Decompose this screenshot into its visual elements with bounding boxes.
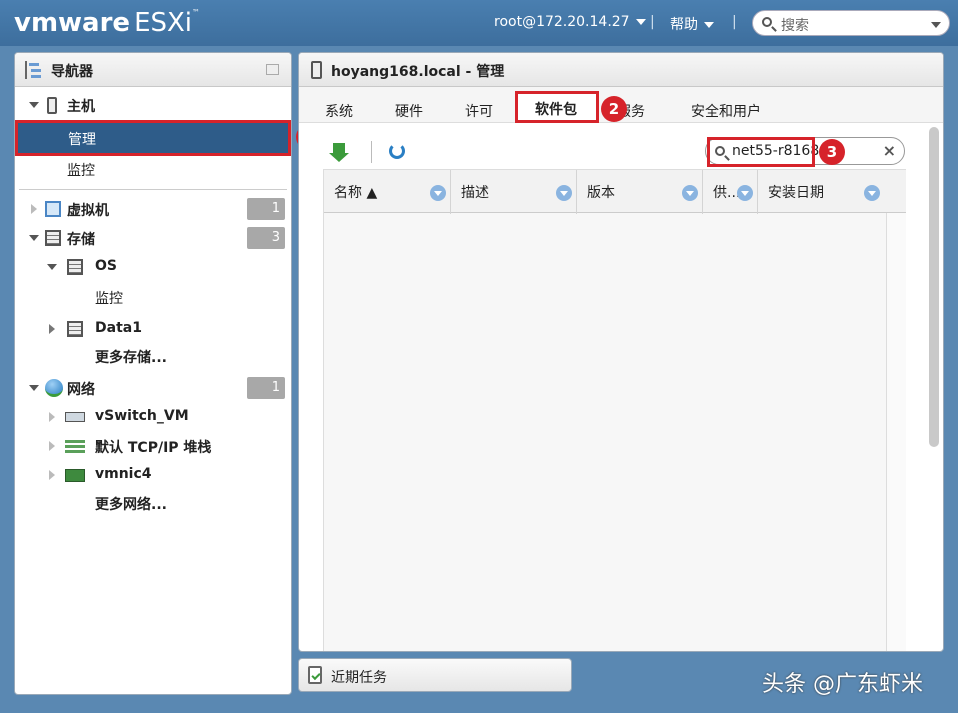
chevron-right-icon[interactable] xyxy=(49,470,55,480)
chevron-down-icon xyxy=(704,22,714,28)
navigator-header: 导航器 xyxy=(15,53,291,87)
navigator-panel: 导航器 主机 管理 监控 虚拟机 1 存储 3 OS 监控 Data1 更多存储… xyxy=(14,52,292,695)
refresh-icon[interactable] xyxy=(389,143,405,159)
tree-item-host[interactable]: 主机 xyxy=(15,91,291,119)
tab-hardware[interactable]: 硬件 xyxy=(395,101,423,121)
chevron-down-icon xyxy=(635,19,646,25)
column-description[interactable]: 描述 xyxy=(451,170,577,214)
tree-item-monitor[interactable]: 监控 xyxy=(15,155,291,183)
chevron-right-icon[interactable] xyxy=(49,441,55,451)
divider: | xyxy=(732,14,737,30)
tree-item-os[interactable]: OS xyxy=(15,253,291,281)
tree-item-vms[interactable]: 虚拟机 1 xyxy=(15,195,291,223)
search-icon xyxy=(762,17,772,27)
divider: | xyxy=(650,14,655,30)
search-input[interactable]: 搜索 xyxy=(752,10,950,36)
tree-item-more-network[interactable]: 更多网络... xyxy=(15,489,291,517)
tree-item-vmnic[interactable]: vmnic4 xyxy=(15,461,291,489)
column-menu-icon[interactable] xyxy=(682,185,698,201)
tab-security-users[interactable]: 安全和用户 xyxy=(691,101,761,121)
install-update-icon[interactable] xyxy=(333,143,345,153)
chevron-right-icon[interactable] xyxy=(49,324,55,334)
clear-icon[interactable]: × xyxy=(883,141,896,160)
top-bar: vmware ESXi™ root@172.20.14.27 | 帮助 | 搜索 xyxy=(0,0,958,46)
user-menu[interactable]: root@172.20.14.27 xyxy=(494,14,646,30)
recent-tasks-bar[interactable]: 近期任务 xyxy=(298,658,572,692)
tree-item-more-storage[interactable]: 更多存储... xyxy=(15,342,291,370)
chevron-down-icon[interactable] xyxy=(29,235,39,241)
main-panel: hoyang168.local - 管理 系统 硬件 许可 软件包 服务 安全和… xyxy=(298,52,944,652)
recent-tasks-label: 近期任务 xyxy=(331,670,387,686)
nic-icon xyxy=(65,469,85,482)
tree-item-data1[interactable]: Data1 xyxy=(15,315,291,343)
network-globe-icon xyxy=(45,379,63,397)
count-badge: 1 xyxy=(247,377,285,399)
chevron-right-icon[interactable] xyxy=(31,204,37,214)
tree-item-storage[interactable]: 存储 3 xyxy=(15,224,291,252)
count-badge: 1 xyxy=(247,198,285,220)
tree-item-tcpip[interactable]: 默认 TCP/IP 堆栈 xyxy=(15,432,291,460)
collapse-icon[interactable] xyxy=(266,64,279,75)
tree-icon xyxy=(25,61,43,79)
chevron-down-icon[interactable] xyxy=(47,264,57,270)
tcpip-stack-icon xyxy=(65,440,85,453)
tree-item-network[interactable]: 网络 1 xyxy=(15,374,291,402)
tab-system[interactable]: 系统 xyxy=(325,101,353,121)
tab-licensing[interactable]: 许可 xyxy=(465,101,493,121)
switch-icon xyxy=(65,412,85,422)
help-menu[interactable]: 帮助 xyxy=(670,14,714,34)
divider xyxy=(19,189,287,190)
column-menu-icon[interactable] xyxy=(430,185,446,201)
vm-icon xyxy=(45,201,61,217)
page-title: hoyang168.local - 管理 xyxy=(331,64,505,80)
datastore-icon xyxy=(67,321,83,337)
vmware-esxi-logo: vmware ESXi™ xyxy=(14,8,201,38)
server-icon xyxy=(47,97,57,114)
column-version[interactable]: 版本 xyxy=(577,170,703,214)
chevron-down-icon[interactable] xyxy=(29,102,39,108)
tree-item-manage[interactable]: 管理 xyxy=(15,120,291,156)
count-badge: 3 xyxy=(247,227,285,249)
install-arrow-icon xyxy=(329,153,349,162)
packages-table: 名称 ▲ 描述 版本 供... 安装日期 xyxy=(323,169,906,651)
tree-item-vswitch[interactable]: vSwitch_VM xyxy=(15,403,291,431)
table-scroll-track[interactable] xyxy=(886,213,906,651)
tab-packages[interactable]: 软件包 xyxy=(535,99,577,119)
column-vendor[interactable]: 供... xyxy=(703,170,758,214)
column-menu-icon[interactable] xyxy=(556,185,572,201)
column-install-date[interactable]: 安装日期 xyxy=(758,170,886,214)
server-icon xyxy=(311,61,322,79)
watermark: 头条 @广东虾米 xyxy=(762,672,923,697)
annotation-marker-3: 3 xyxy=(819,139,845,165)
storage-icon xyxy=(45,230,61,246)
datastore-icon xyxy=(67,259,83,275)
filter-highlight xyxy=(707,137,815,167)
tree-item-os-monitor[interactable]: 监控 xyxy=(15,283,291,311)
chevron-right-icon[interactable] xyxy=(49,412,55,422)
clipboard-icon xyxy=(308,666,322,684)
toolbar-divider xyxy=(371,141,372,163)
table-header: 名称 ▲ 描述 版本 供... 安装日期 xyxy=(324,169,906,214)
scrollbar[interactable] xyxy=(929,127,939,447)
navigator-title: 导航器 xyxy=(51,64,93,80)
chevron-down-icon[interactable] xyxy=(931,22,941,28)
chevron-down-icon[interactable] xyxy=(29,385,39,391)
column-menu-icon[interactable] xyxy=(864,185,880,201)
annotation-marker-2: 2 xyxy=(601,96,627,122)
column-menu-icon[interactable] xyxy=(737,185,753,201)
main-header: hoyang168.local - 管理 xyxy=(299,53,943,87)
column-name[interactable]: 名称 ▲ xyxy=(324,170,451,214)
